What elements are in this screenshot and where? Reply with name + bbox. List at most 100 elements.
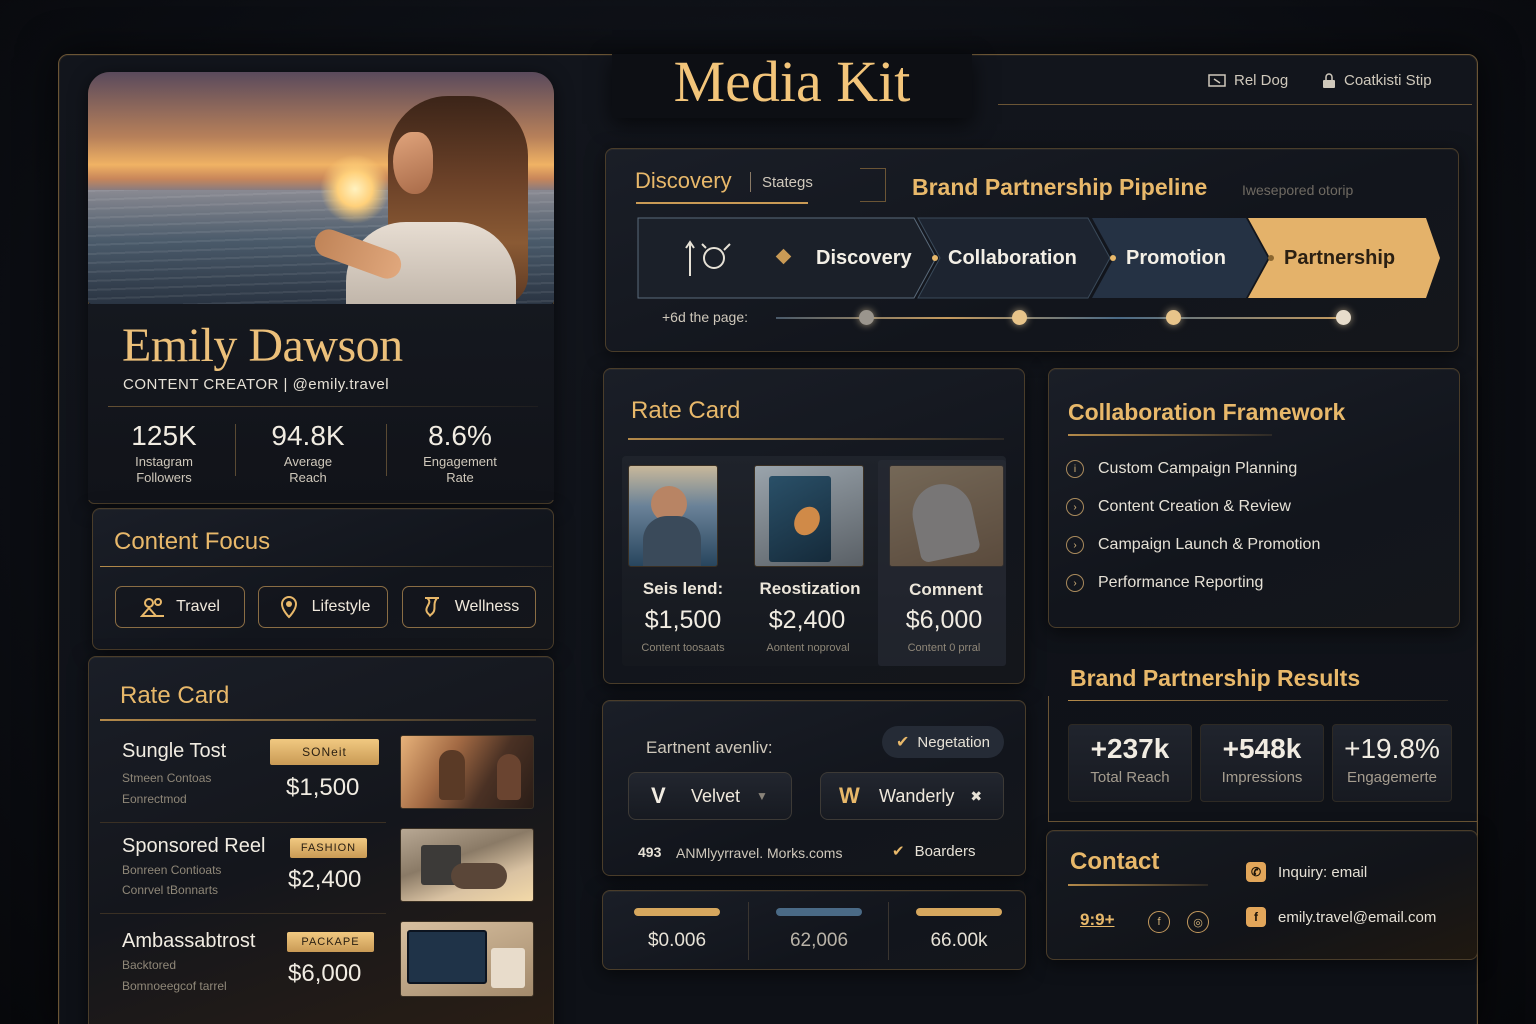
chevron-icon: › xyxy=(1066,498,1084,516)
chevron-icon: › xyxy=(1066,574,1084,592)
metric-value: 62,006 xyxy=(789,930,849,951)
brand-link-number: 493 xyxy=(638,844,662,860)
tag-label: Travel xyxy=(176,598,220,615)
mid-rate-price: $2,400 xyxy=(768,606,846,634)
framework-item: › Campaign Launch & Promotion xyxy=(1066,536,1320,554)
rate-thumb-laptop xyxy=(400,921,534,997)
profile-subtitle: CONTENT CREATOR | @emily.travel xyxy=(123,376,390,393)
rate-row-sub: Stmeen Contoas xyxy=(122,771,212,785)
check-icon: ✔ xyxy=(896,734,910,751)
rate-thumb-friends xyxy=(400,735,534,809)
boarders-item[interactable]: ✔ Boarders xyxy=(892,842,975,861)
framework-item: i Custom Campaign Planning xyxy=(1066,460,1297,478)
content-focus-title: Content Focus xyxy=(114,528,271,555)
mid-rate-title: Seis lend: xyxy=(642,579,724,598)
framework-item: › Performance Reporting xyxy=(1066,574,1263,592)
mid-thumb-book xyxy=(754,465,864,567)
result-impressions: +548k Impressions xyxy=(1200,724,1324,802)
rate-price: $6,000 xyxy=(288,960,362,987)
brand-link[interactable]: ANMlyyrravel. Morks.coms xyxy=(676,845,842,861)
stat-engagement: 8.6% Engagement Rate xyxy=(423,420,497,485)
rate-row-sub: Bomnoeegcof tarrel xyxy=(122,979,227,993)
wanderly-logo-icon: W xyxy=(839,783,860,808)
result-engagement: +19.8% Engagemerte xyxy=(1332,724,1452,802)
mid-rate-sub: Content toosaats xyxy=(641,642,725,654)
contact-handle[interactable]: 9:9+ xyxy=(1080,910,1115,930)
close-icon: ✖ xyxy=(970,787,983,804)
social-icon[interactable]: ◎ xyxy=(1187,911,1209,933)
tag-travel[interactable]: Travel xyxy=(115,586,245,628)
phone-icon: ✆ xyxy=(1246,862,1266,882)
chevron-icon: › xyxy=(1066,536,1084,554)
rate-row-sub: Backtored xyxy=(122,958,177,972)
info-icon: i xyxy=(1066,460,1084,478)
facebook-icon[interactable]: f xyxy=(1148,911,1170,933)
metric-value: $0.006 xyxy=(647,930,707,951)
stage-promotion[interactable]: Promotion xyxy=(1110,218,1226,298)
rate-thumb-lounge xyxy=(400,828,534,902)
progress-knob[interactable] xyxy=(1166,310,1181,325)
nav-lock[interactable]: Coatkisti Stip xyxy=(1322,72,1432,89)
stat-reach: 94.8K Average Reach xyxy=(271,420,345,485)
rate-badge: PACKAPE xyxy=(287,932,374,952)
brands-label: Eartnent avenliv: xyxy=(646,738,773,757)
tag-lifestyle[interactable]: Lifestyle xyxy=(258,586,388,628)
mid-thumb-beach xyxy=(628,465,718,567)
metric-bar xyxy=(634,908,720,916)
rate-row-title: Ambassabtrost xyxy=(122,930,256,952)
left-rate-card-title: Rate Card xyxy=(120,682,230,709)
facebook-icon: f xyxy=(1246,907,1266,927)
results-title: Brand Partnership Results xyxy=(1070,665,1361,691)
tag-label: Lifestyle xyxy=(311,598,371,615)
pipeline-start-icon xyxy=(685,240,731,276)
check-icon: ✔ xyxy=(892,843,905,860)
profile-name: Emily Dawson xyxy=(122,319,403,372)
rate-row-sub: Conrvel tBonnarts xyxy=(122,883,219,897)
progress-label: +6d the page: xyxy=(662,309,749,325)
brand-velvet[interactable]: V Velvet ▼ xyxy=(628,772,792,820)
contact-title: Contact xyxy=(1070,848,1160,875)
stage-discovery[interactable]: Discovery xyxy=(816,218,912,298)
negotiation-badge[interactable]: ✔ Negetation xyxy=(882,726,1004,758)
mid-rate-card-title: Rate Card xyxy=(631,397,741,424)
metric-bar xyxy=(776,908,862,916)
mid-rate-title: Reostization xyxy=(759,579,861,598)
rate-row-title: Sungle Tost xyxy=(122,740,227,762)
pipeline-title: Brand Partnership Pipeline xyxy=(912,174,1208,200)
stage-partnership[interactable]: Partnership xyxy=(1268,218,1395,298)
rate-price: $1,500 xyxy=(286,774,360,801)
mid-rate-sub: Aontent noproval xyxy=(766,642,850,654)
rate-price: $2,400 xyxy=(288,866,362,893)
tab-discovery[interactable]: Discovery xyxy=(635,168,732,194)
nav-display[interactable]: Rel Dog xyxy=(1208,72,1288,89)
chevron-down-icon: ▼ xyxy=(756,789,768,803)
metric-bar xyxy=(916,908,1002,916)
velvet-logo-icon: V xyxy=(651,783,666,808)
progress-knob[interactable] xyxy=(1012,310,1027,325)
tab-stategs[interactable]: Stategs xyxy=(762,174,813,191)
metric-value: 66.00k xyxy=(930,930,988,951)
tag-label: Wellness xyxy=(454,598,520,615)
rate-badge: FASHION xyxy=(290,838,367,858)
brand-wanderly[interactable]: W Wanderly ✖ xyxy=(820,772,1004,820)
pipeline-subtitle: Iwesepored otorip xyxy=(1242,182,1354,198)
profile-photo xyxy=(88,72,554,304)
display-icon xyxy=(1208,73,1226,87)
people-icon xyxy=(140,598,165,617)
mid-rate-price: $6,000 xyxy=(905,606,983,634)
stage-collaboration[interactable]: Collaboration xyxy=(932,218,1077,298)
result-total-reach: +237k Total Reach xyxy=(1068,724,1192,802)
mid-rate-title: Comnent xyxy=(909,580,983,599)
framework-item: › Content Creation & Review xyxy=(1066,498,1291,516)
progress-knob[interactable] xyxy=(1336,310,1351,325)
contact-inquiry[interactable]: ✆ Inquiry: email xyxy=(1246,862,1367,882)
wellness-icon xyxy=(424,597,439,617)
lock-icon xyxy=(1323,72,1335,88)
tag-wellness[interactable]: Wellness xyxy=(402,586,536,628)
mid-rate-sub: Content 0 prral xyxy=(907,642,981,654)
rate-badge: SONeit xyxy=(270,739,379,765)
rate-row-title: Sponsored Reel xyxy=(122,835,266,857)
progress-knob[interactable] xyxy=(859,310,874,325)
stat-followers: 125K Instagram Followers xyxy=(131,420,197,485)
contact-email[interactable]: f emily.travel@email.com xyxy=(1246,907,1436,927)
